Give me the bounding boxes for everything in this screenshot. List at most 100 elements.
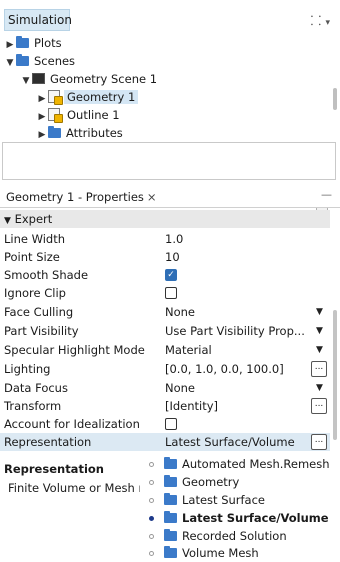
prop-name: Line Width [4, 232, 66, 246]
tree-item-outline-1[interactable]: ▶ Outline 1 [36, 106, 120, 124]
dropdown-arrow-icon[interactable]: ▼ [316, 322, 323, 340]
folder-icon [164, 529, 177, 541]
prop-name: Face Culling [4, 305, 74, 319]
section-expert[interactable]: ▼ Expert [0, 210, 330, 228]
tree-item-label: Attributes [66, 126, 123, 140]
tree-item-label: Geometry 1 [64, 90, 139, 104]
face-culling-select[interactable]: None [165, 303, 195, 321]
tree-item-plots[interactable]: ▶ Plots [4, 34, 62, 52]
tree-item-geometry-1[interactable]: ▶ Geometry 1 [36, 88, 139, 106]
dropdown-option-recorded-solution[interactable]: Recorded Solution [140, 527, 287, 545]
option-label: Geometry [182, 475, 240, 489]
data-focus-select[interactable]: None [165, 379, 195, 397]
smooth-shade-checkbox[interactable]: ✓ [165, 269, 177, 281]
transform-field[interactable]: [Identity] [165, 397, 218, 415]
prop-row-representation[interactable]: Representation Latest Surface/Volume ... [0, 433, 330, 451]
dropdown-option-latest-surface[interactable]: Latest Surface [140, 491, 265, 509]
folder-icon [164, 546, 177, 558]
prop-row-ignore-clip: Ignore Clip [0, 284, 330, 302]
tree-item-label: Plots [34, 36, 62, 50]
description-text: Finite Volume or Mesh r [8, 481, 143, 495]
tree-item-label: Geometry Scene 1 [50, 72, 158, 86]
folder-icon [16, 36, 29, 48]
prop-row-specular-highlight-mode[interactable]: Specular Highlight Mode Material ▼ [0, 341, 330, 359]
account-for-idealization-checkbox[interactable] [165, 418, 177, 430]
option-label: Automated Mesh.Remesh [182, 457, 330, 471]
prop-row-lighting: Lighting [0.0, 1.0, 0.0, 100.0] ... [0, 360, 330, 378]
folder-icon [48, 126, 61, 138]
collapse-arrow-icon[interactable]: ▼ [4, 54, 16, 72]
folder-icon [164, 511, 177, 523]
folder-icon [164, 457, 177, 469]
tree-item-label: Outline 1 [67, 108, 120, 122]
properties-tab-bar: Geometry 1 - Properties × — [0, 186, 340, 208]
radio-icon [149, 480, 154, 485]
prop-name: Part Visibility [4, 324, 79, 338]
prop-name: Specular Highlight Mode [4, 343, 145, 357]
tree-options-menu[interactable]: ⸬ ▾ [311, 11, 330, 29]
tree-item-scenes[interactable]: ▼ Scenes [4, 52, 75, 70]
representation-dropdown-list: Automated Mesh.Remesh Geometry Latest Su… [140, 452, 340, 560]
prop-name: Point Size [4, 250, 60, 264]
displayer-icon [48, 108, 63, 123]
tab-geometry-1-properties[interactable]: Geometry 1 - Properties × [6, 190, 157, 204]
prop-name: Ignore Clip [4, 286, 66, 300]
dropdown-arrow-icon[interactable]: ▼ [316, 303, 323, 321]
radio-icon [149, 551, 154, 556]
radio-icon [149, 534, 154, 539]
section-label: Expert [14, 212, 53, 226]
collapse-arrow-icon[interactable]: ▼ [20, 72, 32, 90]
displayer-icon [48, 90, 63, 105]
option-label: Recorded Solution [182, 529, 287, 543]
dropdown-arrow-icon[interactable]: ▼ [316, 341, 323, 359]
option-label: Volume Mesh [182, 546, 259, 560]
prop-row-transform: Transform [Identity] ... [0, 397, 330, 415]
tab-label: Geometry 1 - Properties [6, 190, 144, 204]
tree-item-attributes[interactable]: ▶ Attributes [36, 124, 123, 142]
folder-icon [164, 475, 177, 487]
prop-name: Lighting [4, 362, 51, 376]
dropdown-arrow-icon[interactable]: ▼ [316, 379, 323, 397]
radio-selected-icon [149, 516, 154, 521]
ignore-clip-checkbox[interactable] [165, 287, 177, 299]
minimize-icon[interactable]: — [321, 188, 332, 201]
hierarchy-icon[interactable]: ⸬ [311, 14, 322, 29]
transform-ellipsis-button[interactable]: ... [311, 398, 327, 414]
point-size-field[interactable]: 10 [165, 248, 180, 266]
folder-icon [16, 54, 29, 66]
dropdown-option-automated-mesh-remesh[interactable]: Automated Mesh.Remesh [140, 455, 330, 473]
chevron-down-icon[interactable]: ▾ [325, 18, 330, 28]
option-label: Latest Surface/Volume [182, 511, 329, 525]
part-visibility-select[interactable]: Use Part Visibility Prop... [165, 322, 305, 340]
tree-item-label: Scenes [34, 54, 76, 68]
prop-row-account-for-idealization: Account for Idealization [0, 415, 330, 433]
prop-name: Representation [4, 435, 92, 449]
prop-row-line-width: Line Width 1.0 [0, 230, 330, 248]
simulation-tree-header[interactable]: Simulation [4, 9, 72, 31]
dropdown-option-volume-mesh[interactable]: Volume Mesh [140, 544, 259, 562]
lighting-field[interactable]: [0.0, 1.0, 0.0, 100.0] [165, 360, 284, 378]
scene-icon [32, 73, 45, 84]
properties-scrollbar[interactable] [333, 310, 337, 440]
description-title: Representation [4, 462, 104, 476]
prop-row-face-culling[interactable]: Face Culling None ▼ [0, 303, 330, 321]
prop-name: Data Focus [4, 381, 68, 395]
dropdown-option-geometry[interactable]: Geometry [140, 473, 239, 491]
tree-filter-field[interactable] [2, 142, 336, 180]
specular-highlight-select[interactable]: Material [165, 341, 212, 359]
close-icon[interactable]: × [147, 190, 157, 204]
lighting-ellipsis-button[interactable]: ... [311, 361, 327, 377]
line-width-field[interactable]: 1.0 [165, 230, 183, 248]
folder-icon [164, 493, 177, 505]
collapse-arrow-icon[interactable]: ▼ [4, 216, 11, 226]
representation-select[interactable]: Latest Surface/Volume [165, 433, 295, 451]
representation-ellipsis-button[interactable]: ... [311, 434, 327, 450]
simulation-tree-panel: Simulation ⸬ ▾ ▶ Plots ▼ Scenes ▼ Geometry … [0, 0, 340, 182]
prop-row-data-focus[interactable]: Data Focus None ▼ [0, 379, 330, 397]
tree-item-geometry-scene-1[interactable]: ▼ Geometry Scene 1 [20, 70, 158, 90]
radio-icon [149, 498, 154, 503]
option-label: Latest Surface [182, 493, 266, 507]
tree-scrollbar[interactable] [333, 88, 337, 110]
prop-row-part-visibility[interactable]: Part Visibility Use Part Visibility Prop… [0, 322, 330, 340]
dropdown-option-latest-surface-volume[interactable]: Latest Surface/Volume [140, 509, 329, 527]
